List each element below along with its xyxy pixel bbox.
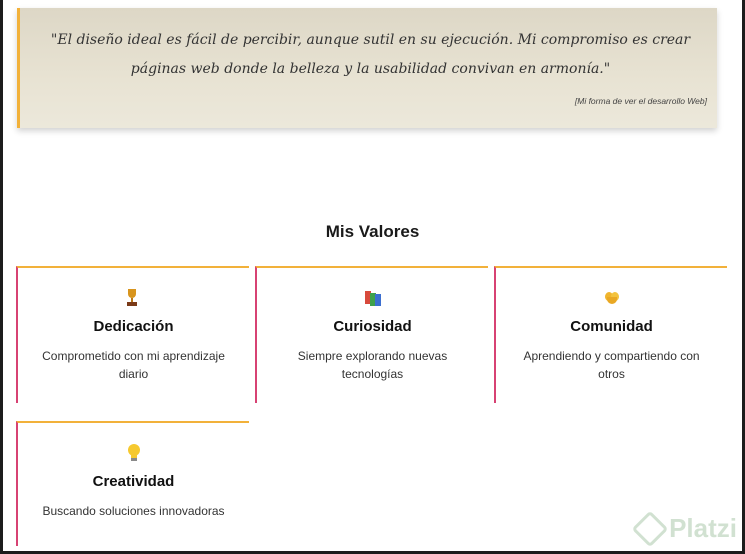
value-card-description: Siempre explorando nuevas tecnologías	[297, 349, 448, 381]
value-card-creatividad: Creatividad Buscando soluciones innovado…	[16, 421, 249, 546]
value-card-description: Comprometido con mi aprendizaje diario	[42, 349, 225, 381]
window-frame-left	[0, 0, 3, 554]
value-card-curiosidad: Curiosidad Siempre explorando nuevas tec…	[255, 266, 488, 403]
philosophy-quote-block: "El diseño ideal es fácil de percibir, a…	[17, 8, 717, 128]
quote-caption: [Mi forma de ver el desarrollo Web]	[574, 96, 707, 106]
value-card-dedicacion: Dedicación Comprometido con mi aprendiza…	[16, 266, 249, 403]
platzi-watermark: Platzi	[631, 510, 737, 547]
value-card-description: Aprendiendo y compartiendo con otros	[523, 349, 700, 381]
value-card-comunidad: Comunidad Aprendiendo y compartiendo con…	[494, 266, 727, 403]
value-card-title: Comunidad	[570, 318, 653, 335]
trophy-icon	[125, 289, 143, 307]
value-card-title: Creatividad	[92, 473, 175, 490]
platzi-logo-icon	[631, 510, 669, 547]
values-section-title: Mis Valores	[325, 222, 420, 241]
value-card-title: Curiosidad	[333, 318, 412, 335]
heart-hands-icon	[603, 289, 621, 307]
value-card-description: Buscando soluciones innovadoras	[42, 504, 225, 518]
lightbulb-icon	[125, 444, 143, 462]
books-icon	[364, 289, 382, 307]
watermark-text: Platzi	[669, 513, 737, 543]
quote-text: "El diseño ideal es fácil de percibir, a…	[50, 32, 691, 77]
value-card-title: Dedicación	[93, 318, 174, 335]
